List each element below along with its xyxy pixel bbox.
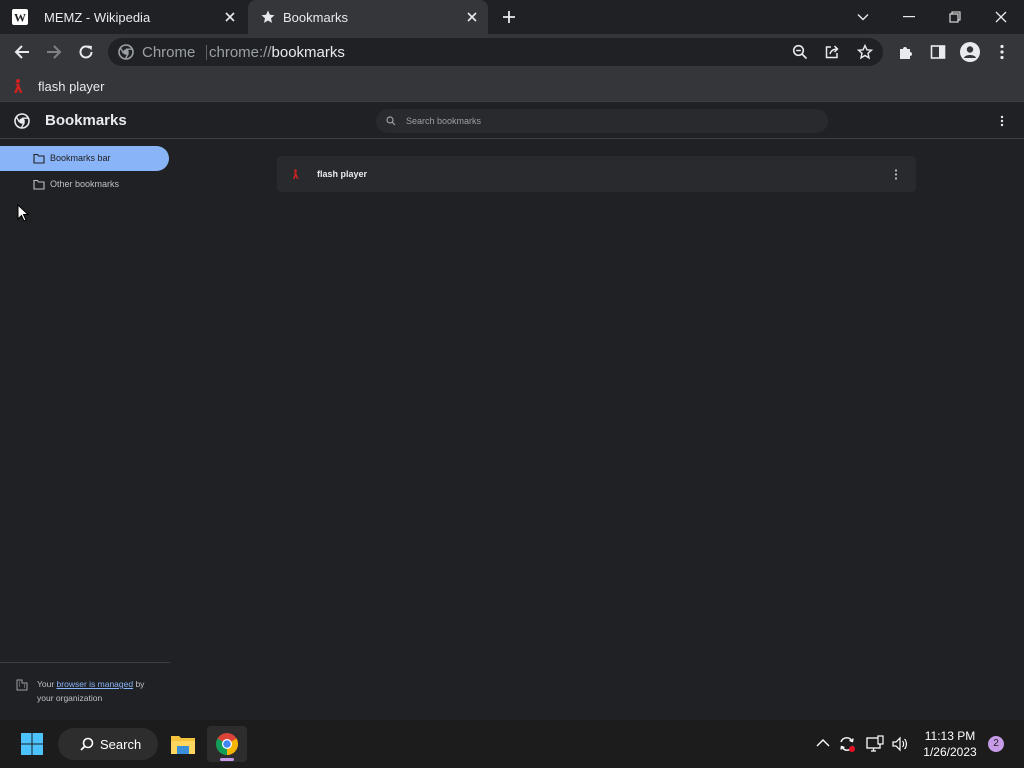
- minimize-button[interactable]: [886, 0, 932, 34]
- system-clock[interactable]: 11:13 PM 1/26/2023: [914, 728, 986, 760]
- clock-date: 1/26/2023: [923, 745, 977, 759]
- notification-badge[interactable]: 2: [988, 736, 1004, 752]
- folder-icon: [33, 179, 45, 190]
- back-button[interactable]: [12, 42, 32, 62]
- organize-menu-icon[interactable]: [1000, 115, 1004, 127]
- active-app-indicator: [220, 758, 234, 761]
- folder-other-bookmarks[interactable]: Other bookmarks: [0, 172, 169, 197]
- star-icon: [260, 9, 276, 25]
- folder-label: Other bookmarks: [50, 179, 120, 189]
- chrome-logo-icon: [118, 44, 134, 60]
- start-button[interactable]: [14, 726, 50, 762]
- search-icon: [80, 737, 94, 751]
- address-bar[interactable]: Chrome chrome://bookmarks: [108, 38, 883, 66]
- tab-strip: W MEMZ - Wikipedia Bookmarks: [0, 0, 1024, 34]
- arrow-left-icon: [14, 45, 29, 59]
- row-menu-icon[interactable]: [894, 169, 898, 180]
- wikipedia-icon: W: [12, 9, 28, 25]
- page-title: Bookmarks: [45, 112, 127, 129]
- tab-memz-wikipedia[interactable]: W MEMZ - Wikipedia: [0, 0, 246, 34]
- tab-bookmarks[interactable]: Bookmarks: [248, 0, 488, 34]
- bookmark-bar-item-label: flash player: [38, 78, 105, 94]
- url-host: bookmarks: [271, 44, 345, 61]
- building-icon: [16, 679, 28, 691]
- folder-bookmarks-bar[interactable]: Bookmarks bar: [0, 146, 169, 171]
- share-icon[interactable]: [824, 44, 840, 60]
- chevron-down-icon: [857, 14, 869, 21]
- puzzle-icon: [900, 47, 912, 59]
- zoom-icon[interactable]: [792, 44, 808, 60]
- bookmarks-bar: flash player: [0, 70, 1024, 102]
- taskbar-search-label: Search: [100, 737, 142, 752]
- tab-search-button[interactable]: [840, 0, 886, 34]
- close-window-button[interactable]: [978, 0, 1024, 34]
- menu-button[interactable]: [992, 42, 1012, 62]
- folder-label: Bookmarks bar: [50, 153, 111, 163]
- flash-player-icon: [10, 78, 26, 94]
- new-tab-button[interactable]: [500, 8, 518, 26]
- side-panel-button[interactable]: [928, 42, 948, 62]
- svg-text:W: W: [14, 11, 26, 25]
- url-text[interactable]: chrome://bookmarks: [209, 44, 345, 61]
- chevron-up-icon: [816, 739, 830, 747]
- network-tray-icon[interactable]: [866, 735, 884, 753]
- windows-logo-icon: [21, 733, 43, 755]
- restore-button[interactable]: [932, 0, 978, 34]
- side-panel-icon: [930, 45, 946, 59]
- reload-button[interactable]: [76, 42, 96, 62]
- browser-managed-link[interactable]: browser is managed: [57, 679, 134, 689]
- forward-button[interactable]: [44, 42, 64, 62]
- tab-title: Bookmarks: [283, 10, 349, 25]
- search-bookmarks-box[interactable]: [376, 109, 828, 133]
- taskbar: Search 11:13 PM 1/26/2023 2: [0, 720, 1024, 768]
- search-icon: [386, 116, 396, 126]
- tab-title: MEMZ - Wikipedia: [44, 10, 151, 25]
- managed-notice: Your browser is managed by your organiza…: [0, 662, 170, 703]
- chrome-icon: [216, 733, 238, 755]
- volume-tray-icon[interactable]: [891, 735, 909, 753]
- flash-player-icon: [290, 168, 301, 180]
- chrome-logo-icon: [14, 113, 30, 129]
- arrow-right-icon: [47, 45, 62, 59]
- bookmark-row-flash-player[interactable]: flash player: [277, 156, 916, 192]
- toolbar: Chrome chrome://bookmarks: [0, 34, 1024, 70]
- managed-prefix: Your: [37, 679, 57, 689]
- clock-time: 11:13 PM: [924, 729, 976, 743]
- taskbar-search-button[interactable]: Search: [58, 728, 158, 760]
- bookmark-bar-item-flash-player[interactable]: flash player: [10, 74, 104, 98]
- bookmark-row-label: flash player: [317, 169, 368, 179]
- reload-icon: [79, 45, 93, 59]
- folder-icon: [33, 153, 45, 164]
- close-tab-icon[interactable]: [224, 11, 236, 23]
- profile-button[interactable]: [960, 42, 980, 62]
- url-scheme: chrome://: [209, 44, 272, 61]
- chrome-taskbar-button[interactable]: [207, 726, 247, 762]
- bookmark-list: flash player: [277, 156, 916, 192]
- close-tab-icon[interactable]: [466, 11, 478, 23]
- bookmarks-header: Bookmarks: [0, 103, 1024, 139]
- site-label: Chrome: [142, 44, 196, 61]
- kebab-menu-icon: [1000, 44, 1004, 60]
- avatar-icon: [960, 42, 980, 62]
- bookmark-star-icon[interactable]: [857, 44, 873, 60]
- show-hidden-icons-button[interactable]: [816, 738, 830, 748]
- search-bookmarks-input[interactable]: [406, 113, 806, 129]
- file-explorer-button[interactable]: [164, 726, 202, 762]
- sync-tray-icon[interactable]: [838, 735, 856, 753]
- folder-sidebar: Bookmarks bar Other bookmarks Your brows…: [0, 140, 170, 720]
- file-explorer-icon: [171, 736, 195, 754]
- managed-notice-text: Your browser is managed by your organiza…: [37, 677, 162, 705]
- omnibox-divider: [206, 45, 207, 60]
- extensions-button[interactable]: [896, 42, 916, 62]
